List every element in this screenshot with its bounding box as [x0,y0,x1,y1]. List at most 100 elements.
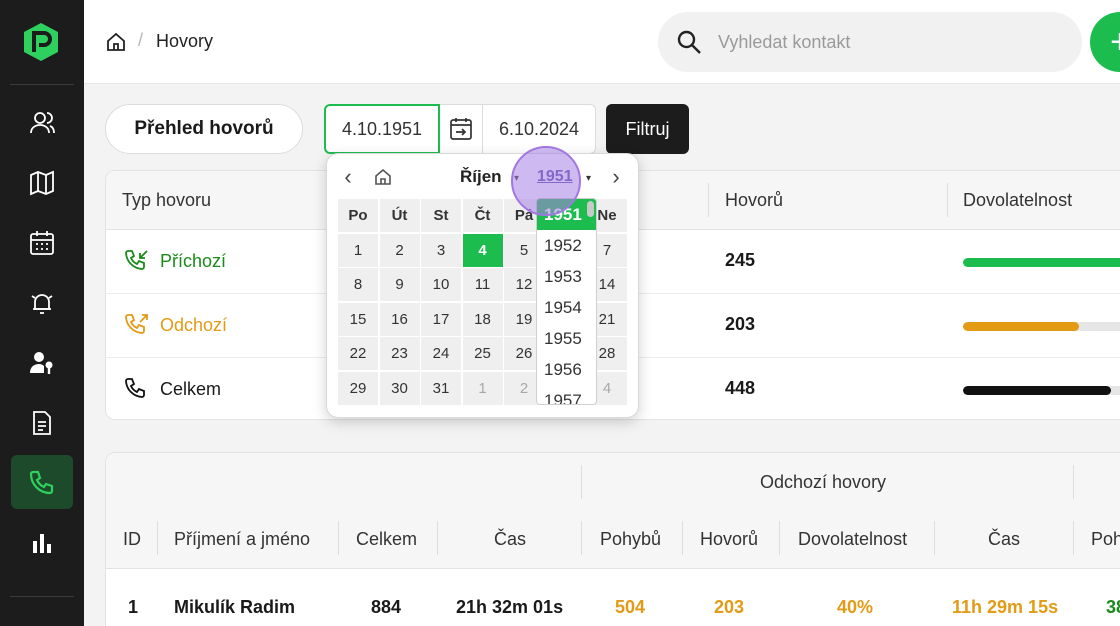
sidebar-item-alerts[interactable] [11,276,73,330]
calls-detail-table: Odchozí hovory ID Příjmení a jméno Celke… [105,452,1120,626]
date-picker-popup: ‹ Říjen ▾ 1951 ▾ › PoÚtStČtPáSoNe1234567… [326,146,639,418]
cell-out-time: 11h 29m 15s [952,597,1059,617]
cell-name[interactable]: Mikulík Radim [174,597,295,618]
outgoing-call-icon [125,314,148,334]
calendar-day[interactable]: 1 [462,371,503,405]
home-icon[interactable] [106,32,126,52]
map-icon [30,170,54,196]
cell-id: 1 [128,597,139,617]
calendar-day[interactable]: 16 [379,302,420,336]
calendar-day[interactable]: 17 [421,302,461,336]
calendar-day[interactable]: 4 [462,233,503,267]
cell-calls: 203 [714,597,745,617]
calendar-day[interactable]: 24 [421,337,461,370]
sidebar-item-calls[interactable] [11,455,73,509]
page-title: Hovory [156,31,214,51]
date-to-input[interactable]: 6.10.2024 [482,104,596,154]
bar-chart-icon [33,534,51,553]
calendar-day[interactable]: 3 [421,233,461,267]
phone-icon [125,378,145,398]
chevron-left-icon[interactable]: ‹ [337,164,359,189]
sidebar-item-map[interactable] [11,156,73,210]
user-key-icon [30,352,53,374]
year-option[interactable]: 1954 [537,292,596,323]
calendar-day[interactable]: 25 [462,337,503,370]
filter-button[interactable]: Filtruj [606,104,689,154]
call-type-label: Celkem [160,378,222,399]
calendar-day[interactable]: 30 [379,371,420,405]
calendar-day[interactable]: 10 [421,268,461,301]
calls-count: 203 [725,314,756,334]
calendar-day[interactable]: 8 [338,268,378,301]
year-option[interactable]: 1953 [537,261,596,292]
column-header-moves: Pohybů [600,529,662,549]
overview-button[interactable]: Přehled hovorů [105,104,303,154]
reach-bar [963,386,1120,395]
column-header-type: Typ hovoru [122,190,212,210]
calendar-day[interactable]: 31 [421,371,461,405]
weekday-header: Út [379,199,420,232]
column-header-total: Celkem [356,529,418,549]
home-icon[interactable] [372,166,394,188]
call-type-label: Odchozí [160,314,228,335]
reach-bar [963,258,1120,267]
search-icon[interactable] [676,29,702,55]
sidebar [0,0,84,626]
sidebar-item-statistics[interactable] [11,516,73,570]
call-type: Příchozí [124,248,226,274]
column-header-calls: Hovorů [700,529,759,549]
year-option[interactable]: 1957 [537,385,596,405]
calendar-day[interactable]: 23 [379,337,420,370]
cell-moves: 504 [615,597,646,617]
app-logo-icon[interactable] [22,22,60,62]
calendar-day[interactable]: 22 [338,337,378,370]
sidebar-item-calendar[interactable] [11,216,73,270]
weekday-header: Čt [462,199,503,232]
year-option[interactable]: 1956 [537,354,596,385]
year-dropdown[interactable]: 1951 1952 1953 1954 1955 1956 1957 [536,198,597,405]
calendar-day[interactable]: 18 [462,302,503,336]
date-range-separator [440,104,482,154]
detail-header: Odchozí hovory ID Příjmení a jméno Celke… [106,453,1120,569]
scrollbar-thumb[interactable] [587,201,594,217]
year-option[interactable]: 1952 [537,230,596,261]
column-header-reach: Dovolatelnost [798,529,908,549]
document-icon [33,411,51,435]
calendar-day[interactable]: 2 [379,233,420,267]
search-box[interactable] [658,12,1082,72]
column-header-more: Poh [1091,529,1120,549]
group-header-outgoing: Odchozí hovory [760,472,887,492]
month-selector[interactable]: Říjen [460,167,502,187]
calendar-range-icon [450,118,472,140]
month-caret-icon[interactable]: ▾ [514,173,519,184]
weekday-header: Po [338,199,378,232]
cell-reach: 40% [837,597,874,617]
calendar-day[interactable]: 15 [338,302,378,336]
bell-icon [31,294,53,314]
calendar-icon [30,231,54,255]
call-type: Celkem [124,376,221,402]
calendar-day[interactable]: 11 [462,268,503,301]
call-type-label: Příchozí [160,250,227,271]
cell-total: 884 [371,597,402,617]
calendar-day[interactable]: 9 [379,268,420,301]
call-type: Odchozí [124,312,227,338]
sidebar-item-documents[interactable] [11,396,73,450]
cell-more: 38 [1106,597,1120,617]
calls-count: 245 [725,250,756,270]
users-icon [30,112,55,134]
calendar-day[interactable]: 29 [338,371,378,405]
breadcrumb-separator: / [138,30,144,50]
search-input[interactable] [718,26,1058,58]
year-caret-icon[interactable]: ▾ [586,173,591,184]
weekday-header: St [421,199,461,232]
sidebar-item-user-access[interactable] [11,336,73,390]
add-button[interactable]: + [1090,12,1120,72]
date-from-input[interactable]: 4.10.1951 [324,104,440,154]
sidebar-item-contacts[interactable] [11,96,73,150]
column-header-id: ID [123,529,141,549]
year-selector[interactable]: 1951 [537,168,573,186]
chevron-right-icon[interactable]: › [605,164,627,189]
year-option[interactable]: 1955 [537,323,596,354]
calendar-day[interactable]: 1 [338,233,378,267]
